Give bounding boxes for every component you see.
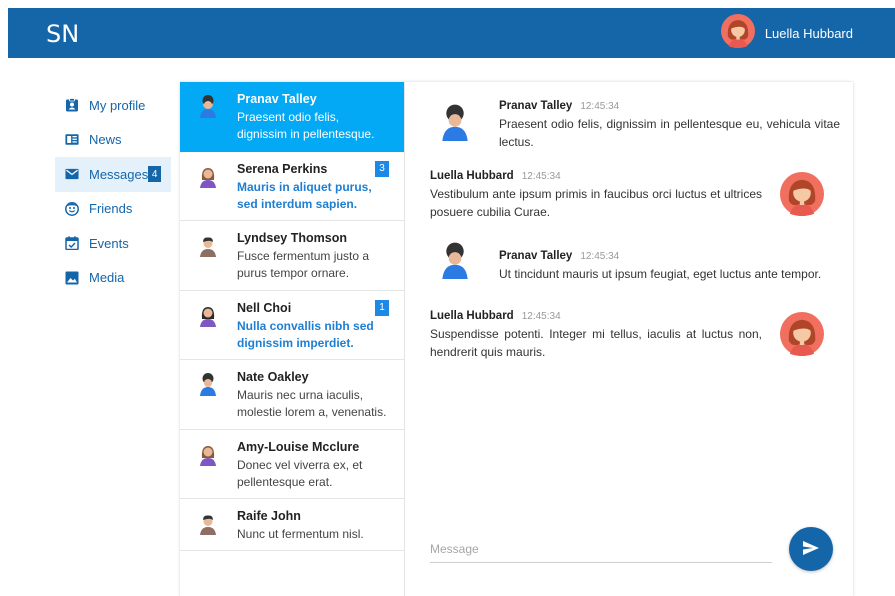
conversation-preview: Donec vel viverra ex, et pellentesque er… — [237, 457, 363, 489]
sidebar-item-label: Messages — [89, 166, 149, 182]
male-avatar-icon — [196, 372, 220, 401]
sidebar-item-label: Events — [89, 235, 129, 251]
sidebar-item-messages[interactable]: Messages 4 — [55, 157, 171, 192]
smiley-face-icon — [65, 201, 79, 216]
conversation-item-nate-oakley[interactable]: Nate Oakley Mauris nec urna iaculis, mol… — [180, 360, 404, 430]
conversation-name: Raife John — [237, 509, 301, 523]
conversation-name: Nell Choi — [237, 300, 292, 315]
message-sender: Luella Hubbard — [430, 310, 514, 322]
user-avatar[interactable] — [720, 13, 755, 53]
message-sender: Luella Hubbard — [430, 170, 514, 182]
conversation-preview: Praesent odio felis, dignissim in pellen… — [237, 110, 375, 141]
message-composer — [430, 532, 772, 563]
message-text: Suspendisse potenti. Integer mi tellus, … — [430, 327, 762, 359]
female-avatar-icon — [196, 442, 220, 471]
conversation-item-lyndsey-thomson[interactable]: Lyndsey Thomson Fusce fermentum justo a … — [180, 221, 404, 291]
conversation-item-raife-john[interactable]: Raife John Nunc ut fermentum nisl. — [180, 499, 404, 551]
message-incoming: Pranav Talley 12:45:34 Ut tincidunt maur… — [430, 242, 840, 283]
conversation-name: Amy-Louise Mcclure — [237, 439, 360, 454]
conversation-preview: Fusce fermentum justo a purus tempor orn… — [237, 249, 370, 280]
message-timestamp: 12:45:34 — [580, 251, 620, 262]
sidebar-item-events[interactable]: Events — [55, 226, 171, 261]
conversation-preview: Nunc ut fermentum nisl. — [237, 527, 364, 541]
message-input[interactable] — [430, 532, 772, 562]
unread-count-badge: 3 — [375, 160, 389, 177]
male-avatar-icon — [436, 103, 474, 146]
message-text: Praesent odio felis, dignissim in pellen… — [499, 117, 840, 149]
conversation-name: Nate Oakley — [237, 370, 309, 384]
conversation-preview: Mauris in aliquet purus, sed interdum sa… — [237, 179, 372, 211]
sidebar-item-my-profile[interactable]: My profile — [55, 88, 171, 123]
female-avatar-icon — [196, 303, 220, 332]
profile-badge-icon — [65, 98, 79, 112]
send-icon — [802, 540, 820, 559]
sidebar-item-label: My profile — [89, 97, 146, 113]
message-timestamp: 12:45:34 — [580, 101, 620, 112]
message-sender: Pranav Talley — [499, 250, 573, 262]
male-avatar-icon — [436, 241, 474, 284]
message-outgoing: Luella Hubbard 12:45:34 Suspendisse pote… — [430, 310, 840, 361]
newspaper-icon — [65, 133, 79, 147]
conversation-preview: Mauris nec urna iaculis, molestie lorem … — [237, 388, 387, 419]
sidebar-item-label: News — [89, 132, 122, 148]
message-text: Ut tincidunt mauris ut ipsum feugiat, eg… — [499, 267, 822, 281]
conversation-name: Lyndsey Thomson — [237, 231, 347, 245]
conversation-item-serena-perkins[interactable]: Serena Perkins Mauris in aliquet purus, … — [180, 152, 404, 221]
conversation-item-pranav-talley[interactable]: Pranav Talley Praesent odio felis, digni… — [180, 82, 404, 152]
conversation-list: Pranav Talley Praesent odio felis, digni… — [180, 82, 405, 596]
male-avatar-icon — [196, 233, 220, 262]
user-avatar — [780, 172, 824, 221]
message-incoming: Pranav Talley 12:45:34 Praesent odio fel… — [430, 100, 840, 151]
send-button[interactable] — [789, 527, 833, 571]
user-name[interactable]: Luella Hubbard — [765, 26, 853, 41]
female-avatar-icon — [196, 164, 220, 193]
sidebar-item-label: Friends — [89, 201, 133, 217]
unread-count-badge: 4 — [148, 166, 161, 183]
sidebar-item-friends[interactable]: Friends — [55, 192, 171, 227]
image-icon — [65, 271, 79, 285]
male-avatar-icon — [196, 511, 220, 540]
unread-count-badge: 1 — [375, 299, 389, 316]
calendar-check-icon — [65, 236, 79, 251]
side-navigation: My profile News Messages 4 Friends Event… — [55, 88, 171, 295]
conversation-preview: Nulla convallis nibh sed dignissim imper… — [237, 318, 374, 350]
messages-panel: Pranav Talley Praesent odio felis, digni… — [180, 82, 853, 596]
chat-thread: Pranav Talley 12:45:34 Praesent odio fel… — [406, 82, 853, 596]
conversation-item-amy-louise-mcclure[interactable]: Amy-Louise Mcclure Donec vel viverra ex,… — [180, 430, 404, 499]
user-avatar — [780, 312, 824, 361]
message-sender: Pranav Talley — [499, 100, 573, 112]
sidebar-item-media[interactable]: Media — [55, 261, 171, 296]
user-menu[interactable]: Luella Hubbard — [720, 13, 853, 53]
sidebar-item-label: Media — [89, 270, 125, 286]
conversation-item-nell-choi[interactable]: Nell Choi Nulla convallis nibh sed digni… — [180, 291, 404, 360]
male-avatar-icon — [196, 94, 220, 123]
conversation-name: Serena Perkins — [237, 161, 328, 176]
message-text: Vestibulum ante ipsum primis in faucibus… — [430, 187, 762, 219]
sidebar-item-news[interactable]: News — [55, 123, 171, 158]
message-timestamp: 12:45:34 — [521, 171, 561, 182]
message-timestamp: 12:45:34 — [521, 311, 561, 322]
message-outgoing: Luella Hubbard 12:45:34 Vestibulum ante … — [430, 170, 840, 221]
top-app-bar: SN Luella Hubbard — [8, 8, 895, 58]
conversation-name: Pranav Talley — [237, 92, 317, 106]
envelope-icon — [65, 167, 79, 181]
brand-logo[interactable]: SN — [46, 20, 79, 48]
